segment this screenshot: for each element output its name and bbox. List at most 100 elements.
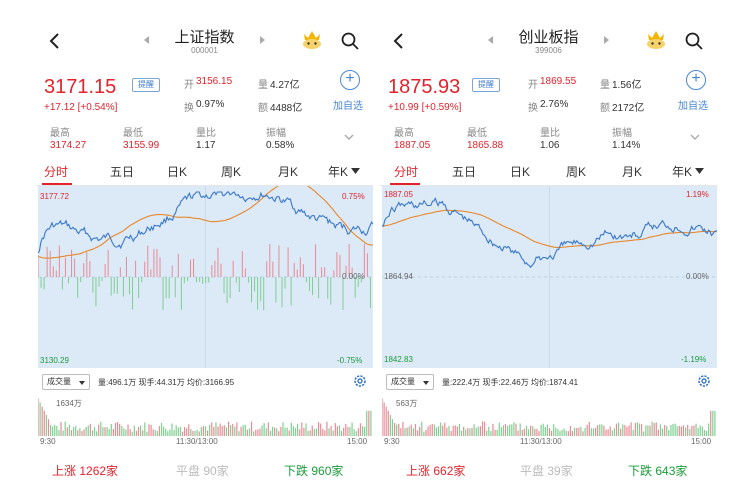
volume-ratio-value: 1.06 xyxy=(540,140,560,151)
indicator-selector[interactable]: 成交量 xyxy=(42,374,90,390)
unchanged-label: 平盘 xyxy=(176,464,201,478)
low-label: 最低 xyxy=(467,128,487,139)
price-change: +10.99 [+0.59%] xyxy=(388,102,462,113)
add-watchlist-icon[interactable]: + xyxy=(686,70,706,90)
decliners: 下跌 960家 xyxy=(284,462,343,479)
caret-down-icon[interactable] xyxy=(351,168,360,174)
advancers: 上涨 662家 xyxy=(406,462,465,479)
pct-top: 0.75% xyxy=(342,192,365,201)
indicator-selector[interactable]: 成交量 xyxy=(386,374,434,390)
tab-five-day[interactable]: 五日 xyxy=(110,163,134,180)
advancers: 上涨 1262家 xyxy=(52,462,118,479)
next-stock-icon[interactable] xyxy=(260,36,265,44)
unchanged-count: 39家 xyxy=(547,464,573,478)
add-watchlist-icon[interactable]: + xyxy=(340,70,360,90)
volume-value: 1.56亿 xyxy=(612,80,642,91)
tab-daily-k[interactable]: 日K xyxy=(167,163,187,180)
pct-bottom: -0.75% xyxy=(337,356,363,365)
tab-weekly-k[interactable]: 周K xyxy=(221,163,241,180)
mascot-crown-icon[interactable] xyxy=(300,28,324,50)
unchanged-count: 90家 xyxy=(203,464,229,478)
indicator-selector-label: 成交量 xyxy=(47,377,71,386)
volume-value: 4.27亿 xyxy=(270,80,300,91)
pct-bottom: -1.19% xyxy=(681,355,707,364)
advancers-label: 上涨 xyxy=(406,464,431,478)
volume-toolbar: 成交量 量:496.1万 现手:44.31万 均价:3166.95 xyxy=(38,373,373,391)
volume-ratio-label: 量比 xyxy=(196,128,216,139)
time-mid: 11:30/13:00 xyxy=(176,437,218,446)
volume-ratio-label: 量比 xyxy=(540,128,560,139)
time-mid: 11:30/13:00 xyxy=(520,437,562,446)
high-label: 最高 xyxy=(50,128,70,139)
y-axis-top: 1887.05 xyxy=(384,190,413,199)
gear-icon[interactable] xyxy=(352,373,368,389)
tab-intraday[interactable]: 分时 xyxy=(44,163,68,180)
chevron-down-icon[interactable] xyxy=(690,132,700,142)
turnover-value: 0.97% xyxy=(196,99,225,110)
amount-label: 额 xyxy=(258,103,268,114)
high-label: 最高 xyxy=(394,128,414,139)
volume-info: 量:222.4万 现手:22.46万 均价:1874.41 xyxy=(442,378,579,387)
low-value: 1865.88 xyxy=(467,140,504,151)
add-watchlist-label[interactable]: 加自选 xyxy=(333,97,363,112)
unchanged: 平盘 39家 xyxy=(520,462,573,479)
decliners-label: 下跌 xyxy=(284,464,309,478)
y-axis-mid: 1864.94 xyxy=(384,272,413,281)
tab-monthly-k[interactable]: 月K xyxy=(622,163,642,180)
low-value: 3155.99 xyxy=(123,140,160,151)
amount-value: 4488亿 xyxy=(270,103,303,114)
amount-value: 2172亿 xyxy=(612,103,645,114)
mascot-crown-icon[interactable] xyxy=(644,28,668,50)
tab-weekly-k[interactable]: 周K xyxy=(566,163,586,180)
time-start: 9:30 xyxy=(40,437,56,446)
volume-label: 量 xyxy=(258,80,268,91)
turnover-value: 2.76% xyxy=(540,99,569,110)
current-price: 1875.93 xyxy=(388,76,461,98)
gear-icon[interactable] xyxy=(696,373,712,389)
intraday-chart[interactable] xyxy=(38,186,373,368)
current-price: 3171.15 xyxy=(44,76,117,98)
open-value: 1869.55 xyxy=(540,76,577,87)
volume-max: 563万 xyxy=(396,399,418,408)
volume-ratio-value: 1.17 xyxy=(196,140,216,151)
chevron-down-icon[interactable] xyxy=(344,132,354,142)
tab-intraday[interactable]: 分时 xyxy=(394,163,418,180)
advancers-label: 上涨 xyxy=(52,464,77,478)
open-value: 3156.15 xyxy=(196,76,233,87)
volume-chart xyxy=(38,398,372,436)
remind-button[interactable]: 提醒 xyxy=(472,78,500,92)
panel-chinext-index: 创业板指 399006 1875.93 提醒 +10.99 [+0.59%] 开… xyxy=(380,0,717,492)
amplitude-value: 1.14% xyxy=(612,140,641,151)
tab-monthly-k[interactable]: 月K xyxy=(278,163,298,180)
add-watchlist-label[interactable]: 加自选 xyxy=(678,97,708,112)
open-label: 开 xyxy=(528,80,538,91)
decliners-count: 960家 xyxy=(311,464,344,478)
header: 上证指数 000001 xyxy=(36,0,373,64)
tab-five-day[interactable]: 五日 xyxy=(452,163,476,180)
low-label: 最低 xyxy=(123,128,143,139)
high-value: 1887.05 xyxy=(394,140,431,151)
indicator-selector-label: 成交量 xyxy=(391,377,415,386)
open-label: 开 xyxy=(184,80,194,91)
advancers-count: 1262家 xyxy=(79,464,119,478)
tab-yearly-k[interactable]: 年K xyxy=(672,163,692,180)
search-icon[interactable] xyxy=(340,31,360,51)
y-axis-bottom: 3130.29 xyxy=(40,356,69,365)
pct-mid: 0.00% xyxy=(342,272,365,281)
amount-label: 额 xyxy=(600,103,610,114)
y-axis-bottom: 1842.83 xyxy=(384,355,413,364)
intraday-chart[interactable] xyxy=(382,186,717,368)
next-stock-icon[interactable] xyxy=(604,36,609,44)
caret-down-icon[interactable] xyxy=(695,168,704,174)
remind-button[interactable]: 提醒 xyxy=(132,78,160,92)
pct-top: 1.19% xyxy=(686,190,709,199)
tab-yearly-k[interactable]: 年K xyxy=(328,163,348,180)
search-icon[interactable] xyxy=(684,31,704,51)
decliners-count: 643家 xyxy=(655,464,688,478)
tab-daily-k[interactable]: 日K xyxy=(510,163,530,180)
time-end: 15:00 xyxy=(347,437,368,446)
period-tabs: 分时 五日 日K 周K 月K 年K xyxy=(380,158,717,186)
turnover-label: 换 xyxy=(528,103,538,114)
amplitude-label: 振幅 xyxy=(266,128,286,139)
time-end: 15:00 xyxy=(691,437,712,446)
